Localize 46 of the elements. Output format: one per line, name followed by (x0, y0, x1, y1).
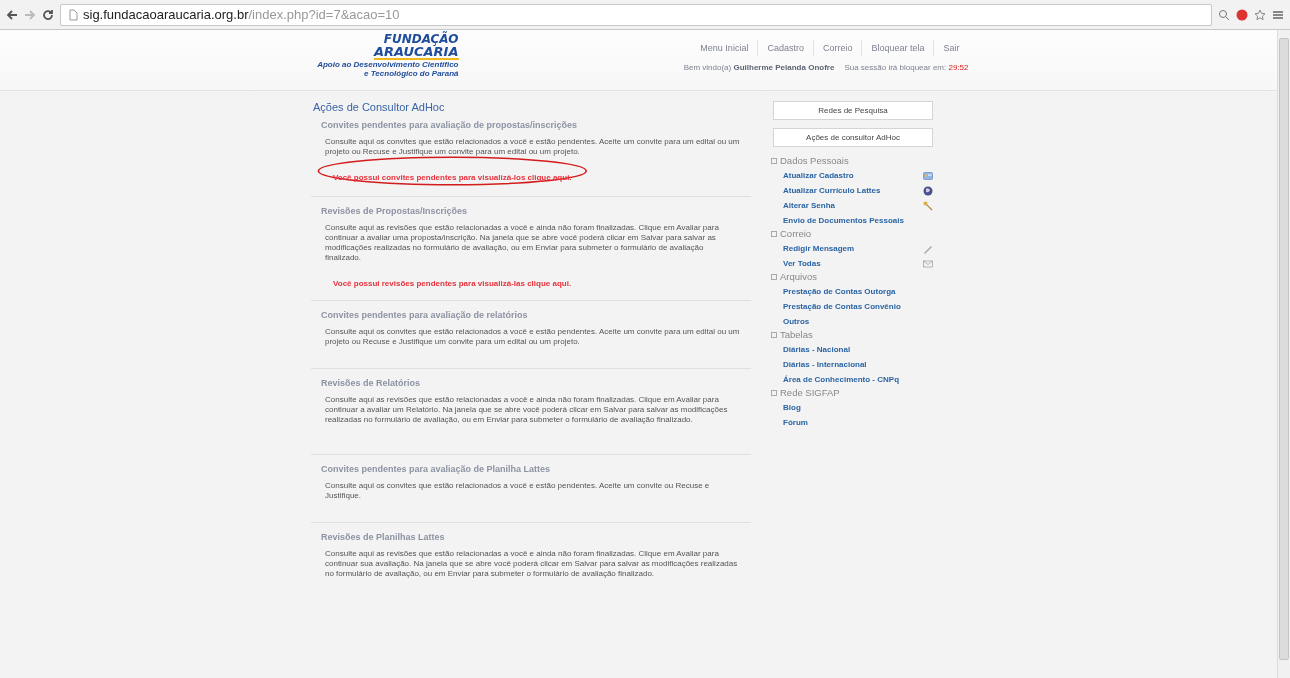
sidebar-link[interactable]: Diárias - Nacional (783, 345, 851, 354)
sidebar-link[interactable]: Ver Todas (783, 259, 821, 268)
sidebar-link[interactable]: Alterar Senha (783, 201, 836, 210)
nav-link[interactable]: Correio (812, 40, 862, 56)
url-path: /index.php?id=7&acao=10 (248, 7, 400, 22)
nav-link[interactable]: Sair (933, 40, 969, 56)
section-heading: Revisões de Relatórios (321, 378, 422, 388)
group-title: Correio (780, 228, 812, 239)
sidebar-link[interactable]: Fórum (783, 418, 808, 427)
nav-link[interactable]: Bloquear tela (861, 40, 934, 56)
sidebar-button[interactable]: Ações de consultor AdHoc (773, 128, 933, 147)
sidebar-link[interactable]: Prestação de Contas Convênio (783, 302, 901, 311)
sidebar-link[interactable]: Outros (783, 317, 810, 326)
group-title: Rede SIGFAP (780, 387, 840, 398)
section-description: Consulte aqui as revisões que estão relacionadas a você e ainda não foram finalizadas. Clique em Avaliar para continuar sua avaliação. Na janela que se abre você poderá clicar em Salvar para salvar as modificações realizadas no formulário de avaliação, ou em Enviar para submeter o formulário de avaliação finalizado. (325, 549, 739, 579)
sidebar-link[interactable]: Envio de Documentos Pessoais (783, 216, 904, 225)
group-title: Arquivos (780, 271, 817, 282)
section-heading: Revisões de Planilhas Lattes (321, 532, 446, 542)
sidebar-link[interactable]: Redigir Mensagem (783, 244, 855, 253)
section-description: Consulte aqui as revisões que estão relacionadas a você e ainda não foram finalizadas. Clique em Avaliar para continuar a avaliar um Relatório. Na janela que se abre você poderá clicar em Salvar para salvar as modificações realizadas no formulário de avaliação, ou em Enviar para submeter o formulário de avaliação finalizado. (325, 395, 729, 425)
nav-link[interactable]: Menu Inicial (691, 40, 758, 56)
logo[interactable]: FUNDAÇÃO ARAUCARIA Apoio ao Desenvolvimento Científico e Tecnológico do Paraná (308, 30, 459, 90)
section-heading: Convites pendentes para avaliação de Planilha Lattes (321, 464, 552, 474)
session-text: Sua sessão irá bloquear em: 29:52 (844, 63, 969, 72)
nav-link[interactable]: Cadastro (757, 40, 813, 56)
section-description: Consulte aqui as revisões que estão relacionadas a você e ainda não foram finalizadas. Clique em Avaliar para continuar a avaliar uma proposta/inscrição. Na janela que se abre você poderá clicar em Salvar para salvar as modificações realizadas no formulário de avaliação, ou em Enviar para submeter o formulário de avaliação finalizado. (325, 223, 720, 263)
sidebar-link[interactable]: Blog (783, 403, 801, 412)
group-title: Dados Pessoais (780, 155, 849, 166)
section-heading: Convites pendentes para avaliação de propostas/inscrições (321, 120, 579, 130)
section-description: Consulte aqui os convites que estão relacionados a você e estão pendentes. Aceite um convite ou Recuse e Justifique. (325, 481, 711, 501)
section-description: Consulte aqui os convites que estão relacionados a você e estão pendentes. Aceite um convite para um edital ou um projeto ou Recuse e Justifique um convite para um edital ou um projeto. (325, 327, 741, 347)
address-bar[interactable]: sig.fundacaoaraucaria.org.br/index.php?id=7&acao=10 (60, 3, 1212, 26)
group-title: Tabelas (780, 329, 813, 340)
page-title: Ações de Consultor AdHoc (313, 101, 446, 113)
section-heading: Revisões de Propostas/Inscrições (321, 206, 469, 216)
sidebar-link[interactable]: Diárias - Internacional (783, 360, 867, 369)
sidebar-link[interactable]: Prestação de Contas Outorga (783, 287, 896, 296)
sidebar-link[interactable]: Atualizar Cadastro (783, 171, 854, 180)
sidebar-button[interactable]: Redes de Pesquisa (773, 101, 933, 120)
sidebar-link[interactable]: Atualizar Currículo Lattes (783, 186, 881, 195)
pending-link[interactable]: Você possui revisões pendentes para visualizá-las clique aqui. (333, 279, 572, 288)
section-description: Consulte aqui os convites que estão relacionados a você e estão pendentes. Aceite um convite para um edital ou um projeto ou Recuse e Justifique um convite para um edital ou um projeto. (325, 137, 741, 157)
url-host: sig.fundacaoaraucaria.org.br (83, 7, 249, 22)
welcome-text: Bem vindo(a) Guilherme Pelanda Onofre (683, 63, 835, 72)
section-heading: Convites pendentes para avaliação de relatórios (321, 310, 529, 320)
sidebar-link[interactable]: Área de Conhecimento - CNPq (783, 375, 899, 384)
